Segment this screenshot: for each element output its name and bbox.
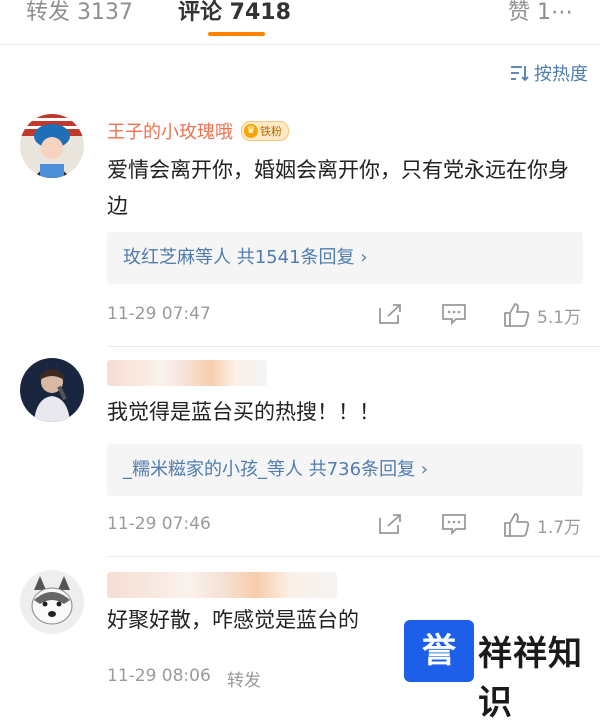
crown-icon: ♛ (244, 124, 258, 138)
sort-icon (511, 66, 529, 82)
tab-reposts[interactable]: 转发 3137 (26, 0, 133, 26)
like-button[interactable]: 5.1万 (503, 302, 581, 328)
share-icon (379, 304, 401, 324)
share-icon (379, 514, 401, 534)
comment-button[interactable] (441, 512, 467, 536)
timestamp: 11-29 07:46 (107, 514, 211, 534)
comment-text: 爱情会离开你，婚姻会离开你，只有党永远在你身边 (107, 158, 569, 218)
sort-by-heat-button[interactable]: 按热度 (510, 60, 588, 86)
divider (107, 556, 600, 557)
comment-text: 我觉得是蓝台买的热搜！！！ (107, 400, 380, 424)
timestamp: 11-29 07:47 (107, 304, 211, 324)
like-count: 1.7万 (537, 517, 582, 538)
comment-meta: 11-29 07:47 5.1万 (107, 302, 588, 330)
tab-comments[interactable]: 评论 7418 (178, 0, 291, 26)
avatar[interactable] (20, 358, 84, 422)
tab-bar: 转发 3137 评论 7418 赞 1⋯ (0, 0, 600, 44)
comment-button[interactable] (441, 302, 467, 326)
watermark-logo: 誉 祥祥知识 (404, 620, 589, 723)
divider (0, 44, 600, 45)
like-count: 5.1万 (537, 307, 582, 328)
timestamp: 11-29 08:06 (107, 666, 211, 686)
sort-label: 按热度 (534, 64, 588, 85)
thumbs-up-icon (504, 513, 530, 537)
badge-label: 铁粉 (260, 125, 282, 138)
avatar[interactable] (20, 570, 84, 634)
username[interactable] (107, 572, 337, 598)
share-button[interactable] (377, 512, 403, 536)
replies-link[interactable]: _糯米糍家的小孩_等人 共736条回复 › (107, 444, 583, 496)
share-button[interactable] (377, 302, 403, 326)
comment-icon (442, 304, 466, 326)
username[interactable]: 王子的小玫瑰哦 ♛ 铁粉 (107, 118, 289, 144)
like-button[interactable]: 1.7万 (503, 512, 581, 538)
divider (107, 346, 600, 347)
watermark-text: 祥祥知识 (478, 634, 583, 723)
comment-icon (442, 514, 466, 536)
active-tab-indicator (208, 32, 265, 36)
username-text: 王子的小玫瑰哦 (107, 122, 233, 143)
thumbs-up-icon (504, 303, 530, 327)
tab-likes[interactable]: 赞 1⋯ (508, 0, 573, 26)
fan-badge: ♛ 铁粉 (241, 121, 289, 141)
replies-link[interactable]: 玫红芝麻等人 共1541条回复 › (107, 232, 583, 284)
repost-label[interactable]: 转发 (227, 666, 261, 691)
username[interactable] (107, 360, 267, 386)
avatar[interactable] (20, 114, 84, 178)
comment-meta: 11-29 07:46 1.7万 (107, 512, 588, 540)
watermark-logo-box: 誉 (404, 620, 474, 682)
